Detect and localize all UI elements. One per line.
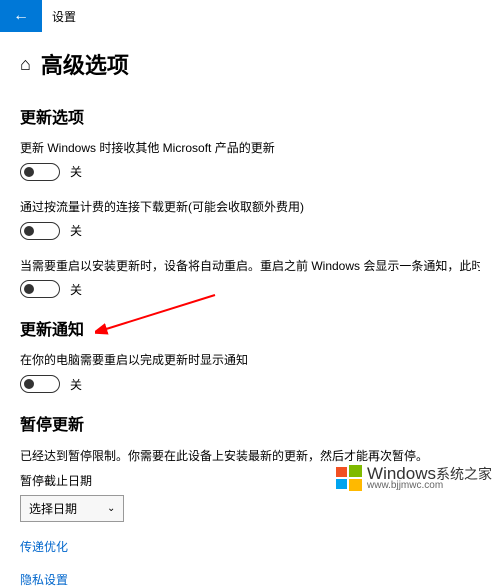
section-title: 更新选项 xyxy=(20,104,480,128)
option-other-microsoft-updates: 更新 Windows 时接收其他 Microsoft 产品的更新 关 xyxy=(20,140,480,181)
watermark-text-sub: 系统之家 xyxy=(436,466,492,482)
toggle-restart-notify[interactable] xyxy=(20,375,60,393)
page-header: ⌂ 高级选项 xyxy=(20,48,480,80)
back-button[interactable]: ← xyxy=(0,0,42,32)
section-title: 暂停更新 xyxy=(20,411,480,435)
chevron-down-icon: ⌄ xyxy=(107,503,115,514)
toggle-metered-connection[interactable] xyxy=(20,222,60,240)
titlebar: ← 设置 xyxy=(0,0,500,32)
option-label: 更新 Windows 时接收其他 Microsoft 产品的更新 xyxy=(20,140,480,157)
select-placeholder: 选择日期 xyxy=(29,500,77,517)
link-delivery-optimization[interactable]: 传递优化 xyxy=(20,538,480,555)
option-label: 当需要重启以安装更新时，设备将自动重启。重启之前 Windows 会显示一条通知… xyxy=(20,258,480,275)
option-auto-restart: 当需要重启以安装更新时，设备将自动重启。重启之前 Windows 会显示一条通知… xyxy=(20,258,480,299)
content-area: ⌂ 高级选项 更新选项 更新 Windows 时接收其他 Microsoft 产… xyxy=(0,32,500,588)
windows-logo-icon xyxy=(335,464,363,492)
toggle-state: 关 xyxy=(70,376,82,393)
toggle-state: 关 xyxy=(70,163,82,180)
toggle-auto-restart[interactable] xyxy=(20,280,60,298)
toggle-state: 关 xyxy=(70,222,82,239)
toggle-state: 关 xyxy=(70,281,82,298)
link-privacy-settings[interactable]: 隐私设置 xyxy=(20,571,480,588)
section-update-options: 更新选项 更新 Windows 时接收其他 Microsoft 产品的更新 关 … xyxy=(20,104,480,298)
arrow-left-icon: ← xyxy=(13,7,29,25)
pause-description: 已经达到暂停限制。你需要在此设备上安装最新的更新，然后才能再次暂停。 xyxy=(20,447,480,464)
section-title: 更新通知 xyxy=(20,316,480,340)
pause-date-select[interactable]: 选择日期 ⌄ xyxy=(20,495,124,522)
watermark-url: www.bjjmwc.com xyxy=(367,481,492,491)
toggle-other-microsoft-updates[interactable] xyxy=(20,163,60,181)
option-label: 在你的电脑需要重启以完成更新时显示通知 xyxy=(20,352,480,369)
window-title: 设置 xyxy=(52,8,76,25)
option-metered-connection: 通过按流量计费的连接下载更新(可能会收取额外费用) 关 xyxy=(20,199,480,240)
home-icon: ⌂ xyxy=(20,54,31,75)
option-label: 通过按流量计费的连接下载更新(可能会收取额外费用) xyxy=(20,199,480,216)
watermark: Windows系统之家 www.bjjmwc.com xyxy=(335,464,492,492)
page-title: 高级选项 xyxy=(41,48,129,80)
section-update-notify: 更新通知 在你的电脑需要重启以完成更新时显示通知 关 xyxy=(20,316,480,393)
option-restart-notify: 在你的电脑需要重启以完成更新时显示通知 关 xyxy=(20,352,480,393)
